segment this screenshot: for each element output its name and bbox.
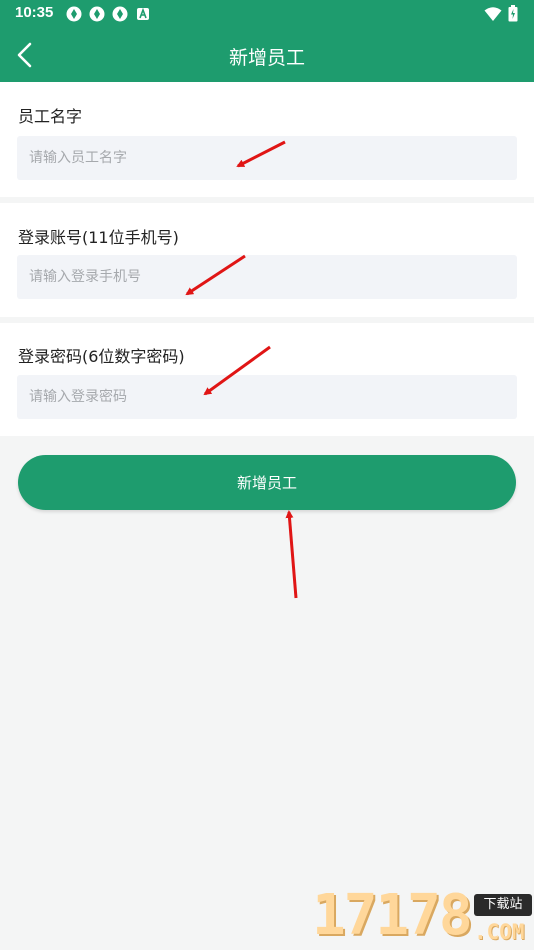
app-icon — [66, 6, 82, 22]
annotation-arrow — [285, 510, 298, 599]
system-status-icons — [484, 5, 518, 22]
login-password-section: 登录密码(6位数字密码) — [0, 323, 534, 436]
login-account-label: 登录账号(11位手机号) — [18, 228, 179, 247]
notification-icons — [66, 6, 151, 22]
watermark-logo: 17178 下载站 .COM — [308, 885, 534, 950]
app-icon — [112, 6, 128, 22]
login-password-input[interactable] — [17, 375, 517, 419]
watermark-numbers: 17178 — [312, 883, 473, 948]
battery-icon — [508, 5, 518, 22]
app-bar: 10:35 新增员工 — [0, 0, 534, 82]
watermark-tag: 下载站 — [474, 894, 532, 916]
add-employee-button[interactable]: 新增员工 — [18, 455, 516, 510]
wifi-icon — [484, 6, 502, 21]
a-badge-icon — [137, 7, 149, 20]
login-phone-input[interactable] — [17, 255, 517, 299]
employee-name-label: 员工名字 — [18, 107, 83, 126]
status-time: 10:35 — [15, 4, 54, 21]
employee-name-section: 员工名字 — [0, 82, 534, 197]
status-bar: 10:35 — [0, 0, 534, 28]
login-account-section: 登录账号(11位手机号) — [0, 203, 534, 317]
app-icon — [89, 6, 105, 22]
page-title: 新增员工 — [228, 47, 305, 69]
watermark-suffix: .COM — [474, 920, 525, 944]
employee-name-input[interactable] — [17, 136, 517, 180]
login-password-label: 登录密码(6位数字密码) — [18, 347, 185, 366]
